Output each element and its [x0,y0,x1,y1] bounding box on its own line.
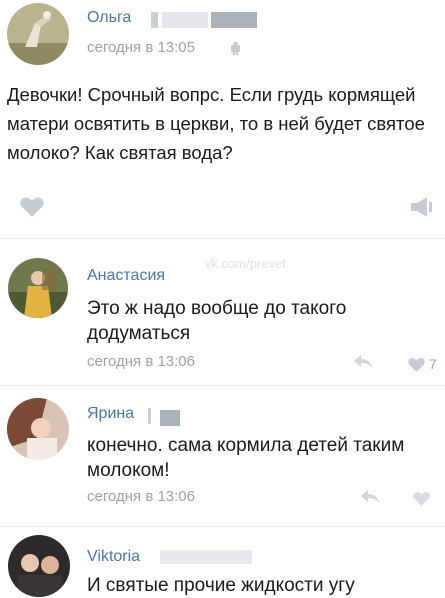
post: Ольга сегодня в 13:05 Девочки! Срочный в… [0,0,445,238]
comment-avatar-anastasia[interactable] [8,258,68,318]
comment-text-anastasia: Это ж надо вообще до такого додуматься [87,298,347,344]
post-author-surname-redacted-2 [162,12,208,28]
android-icon [230,41,241,55]
comment-time-yarina: сегодня в 13:06 [87,488,195,505]
comment-author-anastasia[interactable]: Анастасия [87,267,165,285]
like-heart-icon[interactable] [408,357,425,372]
watermark-text: vk.com/prevet [205,256,286,271]
comment-divider [0,526,445,527]
reply-icon[interactable] [354,355,372,368]
share-megaphone-icon[interactable] [411,197,433,217]
comment-author-viktoria[interactable]: Viktoria [87,548,140,566]
comment-text-viktoria: И святые прочие жидкости угу [87,575,355,596]
comment-author-yarina[interactable]: Ярина [87,405,134,423]
reply-icon[interactable] [361,490,379,503]
post-author-name[interactable]: Ольга [87,9,131,27]
comment-author-surname-redacted [148,408,151,424]
comment-divider [0,385,445,386]
comment-time-anastasia: сегодня в 13:06 [87,353,195,370]
like-heart-icon[interactable] [413,491,430,506]
comment-avatar-viktoria[interactable] [8,535,70,597]
post-author-avatar[interactable] [7,3,69,65]
post-author-surname-redacted [151,12,158,28]
comment-author-surname-redacted [160,550,252,564]
post-text: Девочки! Срочный вопрс. Если грудь кормя… [7,84,425,163]
post-timestamp: сегодня в 13:05 [87,39,195,56]
comment-text-yarina: конечно. сама кормила детей таким молоко… [87,435,405,481]
comment-like-count-anastasia: 7 [429,356,437,372]
post-divider [0,238,445,239]
comment-author-surname-redacted-2 [160,410,180,426]
like-heart-icon[interactable] [20,196,44,217]
comment-avatar-yarina[interactable] [7,398,69,460]
post-author-surname-redacted-3 [211,12,257,28]
